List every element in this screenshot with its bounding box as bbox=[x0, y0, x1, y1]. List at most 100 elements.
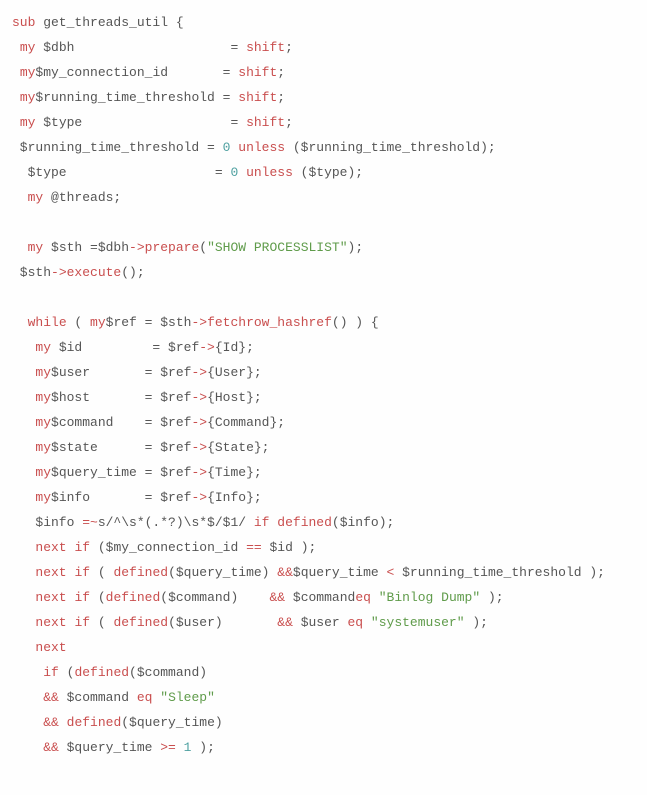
code-token bbox=[12, 65, 20, 80]
code-line bbox=[12, 210, 635, 235]
code-token: $query_time = $ref bbox=[51, 465, 191, 480]
code-token: $command = $ref bbox=[51, 415, 191, 430]
code-token: {User}; bbox=[207, 365, 262, 380]
code-token bbox=[12, 90, 20, 105]
code-token: {State}; bbox=[207, 440, 269, 455]
code-token: if bbox=[254, 515, 270, 530]
code-token: $running_time_threshold ); bbox=[394, 565, 605, 580]
code-token: prepare bbox=[145, 240, 200, 255]
code-line: my$command = $ref->{Command}; bbox=[12, 410, 635, 435]
code-token: ($my_connection_id bbox=[90, 540, 246, 555]
code-line: my $id = $ref->{Id}; bbox=[12, 335, 635, 360]
code-token bbox=[12, 390, 35, 405]
code-token: ); bbox=[191, 740, 214, 755]
code-token: s/^\s*(.*?)\s*$/$1/ bbox=[98, 515, 246, 530]
code-token bbox=[12, 590, 35, 605]
code-token bbox=[12, 565, 35, 580]
code-token bbox=[12, 115, 20, 130]
code-token: () ) { bbox=[332, 315, 379, 330]
code-token: $command bbox=[285, 590, 355, 605]
code-token: my bbox=[20, 90, 36, 105]
code-token: next bbox=[35, 540, 66, 555]
code-line: sub get_threads_util { bbox=[12, 10, 635, 35]
code-token: my bbox=[28, 240, 44, 255]
code-token: && bbox=[277, 565, 293, 580]
code-token: ($command) bbox=[129, 665, 207, 680]
code-line: my $type = shift; bbox=[12, 110, 635, 135]
code-token: defined bbox=[113, 565, 168, 580]
code-token bbox=[12, 290, 20, 305]
code-token: $query_time bbox=[59, 740, 160, 755]
code-token: sub bbox=[12, 15, 35, 30]
code-block: sub get_threads_util { my $dbh = shift; … bbox=[12, 10, 635, 760]
code-token: next bbox=[35, 640, 66, 655]
code-token: my bbox=[20, 65, 36, 80]
code-token: ( bbox=[90, 615, 113, 630]
code-line: next if ( defined($user) && $user eq "sy… bbox=[12, 610, 635, 635]
code-token: =~ bbox=[82, 515, 98, 530]
code-token bbox=[12, 190, 28, 205]
code-line: my$info = $ref->{Info}; bbox=[12, 485, 635, 510]
code-token: $type = bbox=[35, 115, 246, 130]
code-token bbox=[363, 615, 371, 630]
code-token: next bbox=[35, 615, 66, 630]
code-token: ($info); bbox=[332, 515, 394, 530]
code-token: defined bbox=[113, 615, 168, 630]
code-line: my $dbh = shift; bbox=[12, 35, 635, 60]
code-token: $info bbox=[12, 515, 82, 530]
code-token: {Host}; bbox=[207, 390, 262, 405]
code-line: my$query_time = $ref->{Time}; bbox=[12, 460, 635, 485]
code-line: && $command eq "Sleep" bbox=[12, 685, 635, 710]
code-token: ($type); bbox=[293, 165, 363, 180]
code-token bbox=[12, 690, 43, 705]
code-token: ( bbox=[90, 565, 113, 580]
code-line: next bbox=[12, 635, 635, 660]
code-line: $type = 0 unless ($type); bbox=[12, 160, 635, 185]
code-token bbox=[371, 590, 379, 605]
code-token bbox=[12, 340, 35, 355]
code-token: $host = $ref bbox=[51, 390, 191, 405]
code-token: $running_time_threshold = bbox=[12, 140, 223, 155]
code-token bbox=[12, 40, 20, 55]
code-token: ; bbox=[277, 65, 285, 80]
code-token: shift bbox=[246, 115, 285, 130]
code-token: && bbox=[277, 615, 293, 630]
code-token: $type = bbox=[12, 165, 230, 180]
code-token: -> bbox=[191, 440, 207, 455]
code-line: my @threads; bbox=[12, 185, 635, 210]
code-token: {Id}; bbox=[215, 340, 254, 355]
code-token bbox=[238, 165, 246, 180]
code-token bbox=[12, 315, 28, 330]
code-token: ( bbox=[90, 590, 106, 605]
code-line: next if ($my_connection_id == $id ); bbox=[12, 535, 635, 560]
code-token: shift bbox=[238, 90, 277, 105]
code-token: $user = $ref bbox=[51, 365, 191, 380]
code-token bbox=[12, 665, 43, 680]
code-token: {Time}; bbox=[207, 465, 262, 480]
code-token bbox=[12, 415, 35, 430]
code-line: my$host = $ref->{Host}; bbox=[12, 385, 635, 410]
code-line: my$user = $ref->{User}; bbox=[12, 360, 635, 385]
code-token: -> bbox=[51, 265, 67, 280]
code-token: "SHOW PROCESSLIST" bbox=[207, 240, 347, 255]
code-line: if (defined($command) bbox=[12, 660, 635, 685]
code-line: my $sth =$dbh->prepare("SHOW PROCESSLIST… bbox=[12, 235, 635, 260]
code-token: ); bbox=[465, 615, 488, 630]
code-token: && bbox=[43, 715, 59, 730]
code-token: fetchrow_hashref bbox=[207, 315, 332, 330]
code-token: && bbox=[43, 740, 59, 755]
code-token bbox=[12, 615, 35, 630]
code-token: && bbox=[43, 690, 59, 705]
code-token bbox=[12, 540, 35, 555]
code-line: my$state = $ref->{State}; bbox=[12, 435, 635, 460]
code-token: -> bbox=[129, 240, 145, 255]
code-token: "Sleep" bbox=[160, 690, 215, 705]
code-token bbox=[12, 440, 35, 455]
code-token: defined bbox=[67, 715, 122, 730]
code-token: $id = $ref bbox=[51, 340, 199, 355]
code-token: ($query_time) bbox=[121, 715, 222, 730]
code-line: my$running_time_threshold = shift; bbox=[12, 85, 635, 110]
code-token bbox=[12, 240, 28, 255]
code-line: next if ( defined($query_time) &&$query_… bbox=[12, 560, 635, 585]
code-token: ; bbox=[277, 90, 285, 105]
